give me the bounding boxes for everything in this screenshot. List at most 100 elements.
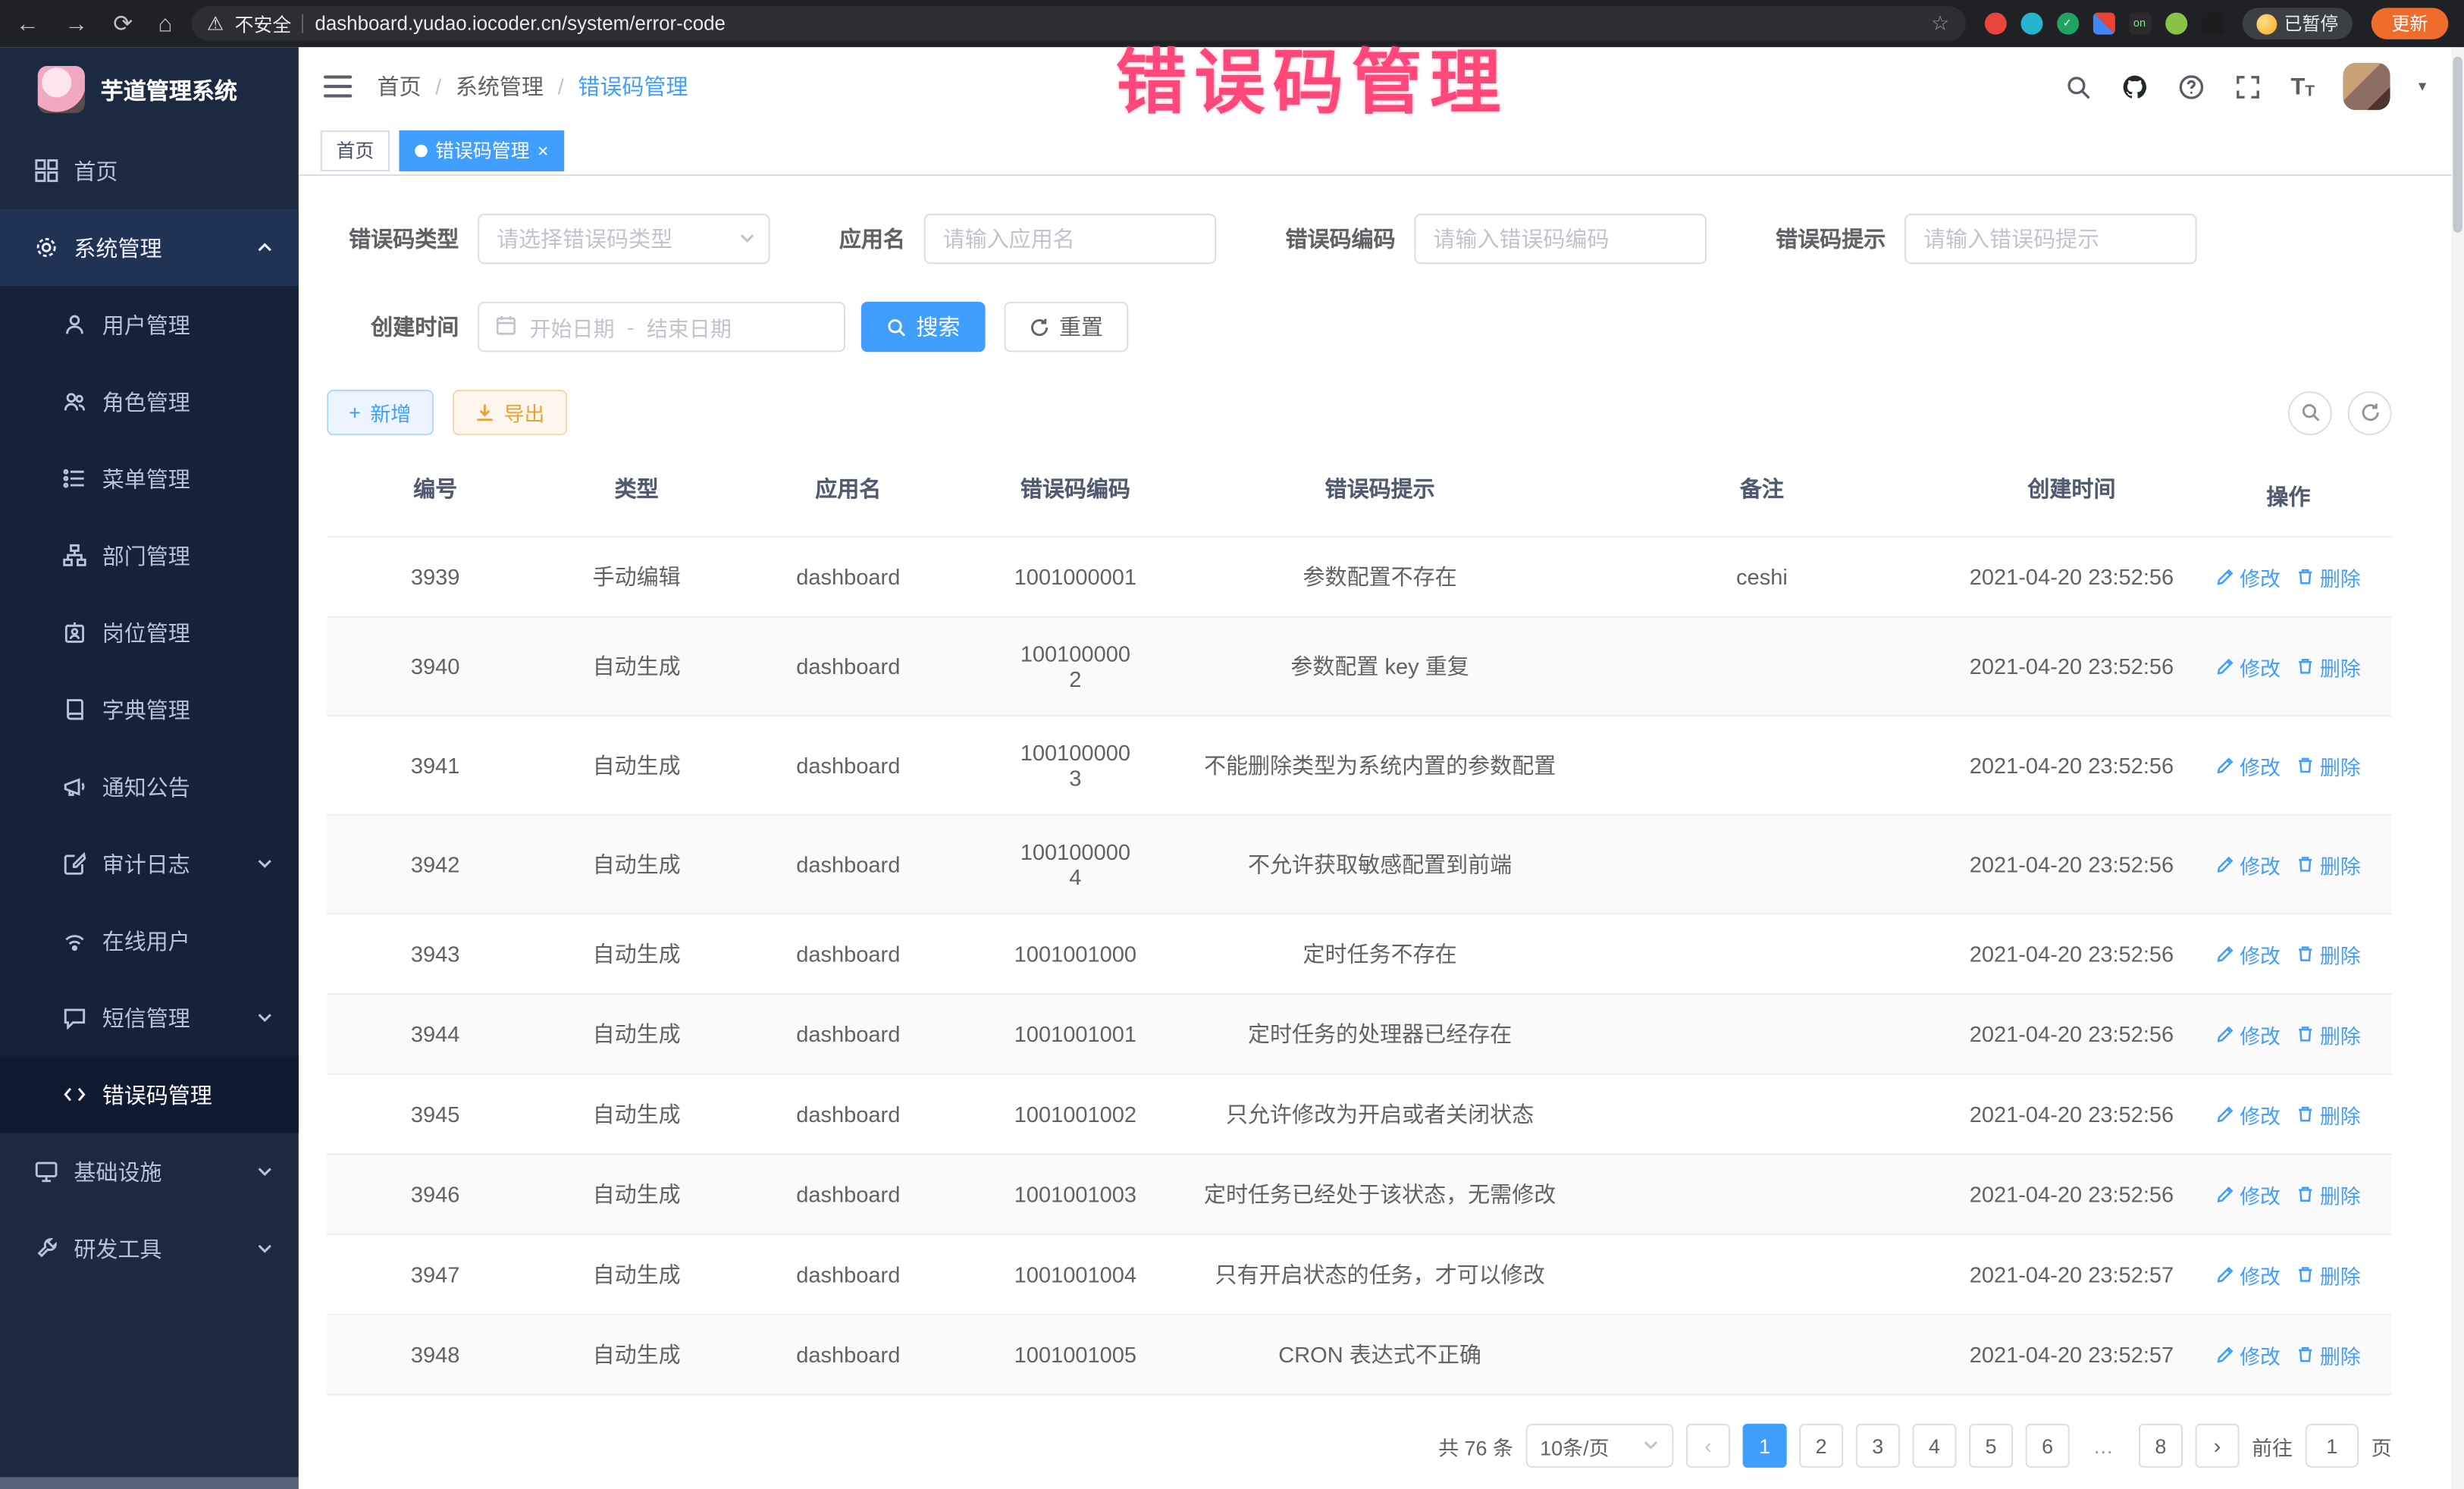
search-icon[interactable] bbox=[2064, 72, 2093, 100]
sidebar-item-online-users[interactable]: 在线用户 bbox=[0, 902, 299, 980]
edit-link[interactable]: 修改 bbox=[2216, 562, 2281, 591]
pager-ellipsis[interactable]: … bbox=[2082, 1424, 2126, 1468]
delete-link[interactable]: 删除 bbox=[2296, 849, 2361, 879]
security-label[interactable]: 不安全 bbox=[235, 10, 292, 36]
date-range-picker[interactable]: 开始日期 - 结束日期 bbox=[478, 302, 845, 352]
sidebar-item-dev-tools[interactable]: 研发工具 bbox=[0, 1210, 299, 1287]
cell-type: 自动生成 bbox=[544, 726, 729, 805]
tab-error-codes[interactable]: 错误码管理 × bbox=[399, 130, 564, 171]
breadcrumb-system[interactable]: 系统管理 bbox=[456, 71, 544, 102]
sidebar-item-home[interactable]: 首页 bbox=[0, 132, 299, 209]
avatar-caret-icon[interactable]: ▾ bbox=[2419, 78, 2426, 96]
sidebar-item-infrastructure[interactable]: 基础设施 bbox=[0, 1133, 299, 1210]
profile-paused-chip[interactable]: 已暂停 bbox=[2242, 8, 2353, 39]
error-msg-input[interactable] bbox=[1904, 214, 2197, 264]
sidebar-item-audit-log[interactable]: 审计日志 bbox=[0, 825, 299, 902]
sidebar-item-notices[interactable]: 通知公告 bbox=[0, 748, 299, 826]
sidebar-item-system[interactable]: 系统管理 bbox=[0, 209, 299, 287]
browser-update-button[interactable]: 更新 bbox=[2372, 8, 2449, 39]
pager-page-2[interactable]: 2 bbox=[1799, 1424, 1843, 1468]
sidebar-item-menus[interactable]: 菜单管理 bbox=[0, 440, 299, 517]
font-size-icon[interactable]: TT bbox=[2290, 73, 2315, 99]
sidebar-item-error-codes[interactable]: 错误码管理 bbox=[0, 1056, 299, 1133]
sidebar-item-roles[interactable]: 角色管理 bbox=[0, 363, 299, 440]
scrollbar-thumb[interactable] bbox=[2453, 57, 2462, 233]
pager-page-1[interactable]: 1 bbox=[1743, 1424, 1787, 1468]
close-icon[interactable]: × bbox=[538, 141, 549, 160]
edit-link[interactable]: 修改 bbox=[2216, 1099, 2281, 1129]
pager-page-4[interactable]: 4 bbox=[1912, 1424, 1956, 1468]
page-size-select[interactable]: 10条/页 bbox=[1526, 1424, 1674, 1468]
reset-button[interactable]: 重置 bbox=[1004, 302, 1128, 352]
filter-row-1: 错误码类型 请选择错误码类型 应用名 错误码编码 错误码提示 bbox=[327, 214, 2392, 264]
puzzle-icon[interactable] bbox=[2201, 13, 2223, 35]
table-row: 3940 自动生成 dashboard 100100000 2 参数配置 key… bbox=[327, 618, 2392, 717]
extension-icon[interactable] bbox=[2165, 13, 2187, 35]
back-icon[interactable]: ← bbox=[16, 10, 39, 36]
pager-page-6[interactable]: 6 bbox=[2026, 1424, 2070, 1468]
add-button[interactable]: + 新增 bbox=[327, 390, 433, 435]
user-icon bbox=[63, 312, 86, 336]
sidebar-item-sms[interactable]: 短信管理 bbox=[0, 979, 299, 1056]
refresh-button[interactable] bbox=[2348, 390, 2392, 434]
reload-icon[interactable]: ⟳ bbox=[113, 9, 133, 37]
fullscreen-icon[interactable] bbox=[2234, 72, 2262, 100]
sidebar-item-dictionary[interactable]: 字典管理 bbox=[0, 671, 299, 748]
delete-link[interactable]: 删除 bbox=[2296, 939, 2361, 968]
export-button[interactable]: 导出 bbox=[452, 390, 566, 435]
extension-icon[interactable]: on bbox=[2128, 13, 2150, 35]
breadcrumb-home[interactable]: 首页 bbox=[377, 71, 421, 102]
edit-link[interactable]: 修改 bbox=[2216, 651, 2281, 681]
sidebar-item-departments[interactable]: 部门管理 bbox=[0, 517, 299, 594]
extension-icon[interactable] bbox=[1984, 13, 2006, 35]
delete-link[interactable]: 删除 bbox=[2296, 1099, 2361, 1129]
error-code-input[interactable] bbox=[1414, 214, 1707, 264]
goto-page-input[interactable] bbox=[2306, 1424, 2359, 1468]
sidebar-item-users[interactable]: 用户管理 bbox=[0, 286, 299, 363]
scrollbar-track[interactable] bbox=[2451, 47, 2464, 1489]
help-icon[interactable] bbox=[2177, 72, 2205, 100]
delete-link[interactable]: 删除 bbox=[2296, 651, 2361, 681]
edit-link[interactable]: 修改 bbox=[2216, 1180, 2281, 1209]
hamburger-icon[interactable] bbox=[324, 75, 352, 97]
forward-icon[interactable]: → bbox=[64, 10, 88, 36]
github-icon[interactable] bbox=[2121, 72, 2149, 100]
delete-link[interactable]: 删除 bbox=[2296, 751, 2361, 780]
delete-link[interactable]: 删除 bbox=[2296, 1259, 2361, 1289]
delete-link[interactable]: 删除 bbox=[2296, 1340, 2361, 1369]
pager-page-5[interactable]: 5 bbox=[1969, 1424, 2013, 1468]
extension-icon[interactable]: ✓ bbox=[2056, 13, 2078, 35]
edit-link[interactable]: 修改 bbox=[2216, 1019, 2281, 1049]
edit-link[interactable]: 修改 bbox=[2216, 849, 2281, 879]
edit-link[interactable]: 修改 bbox=[2216, 751, 2281, 780]
home-icon[interactable]: ⌂ bbox=[158, 10, 172, 36]
url-text[interactable]: dashboard.yudao.iocoder.cn/system/error-… bbox=[315, 13, 726, 35]
profile-avatar bbox=[2256, 14, 2276, 34]
extension-icon[interactable] bbox=[2020, 13, 2042, 35]
bookmark-star-icon[interactable]: ☆ bbox=[1931, 11, 1949, 36]
pager-page-3[interactable]: 3 bbox=[1856, 1424, 1900, 1468]
sidebar-item-label: 基础设施 bbox=[74, 1155, 161, 1186]
delete-link[interactable]: 删除 bbox=[2296, 562, 2361, 591]
pager-page-8[interactable]: 8 bbox=[2139, 1424, 2183, 1468]
delete-link[interactable]: 删除 bbox=[2296, 1180, 2361, 1209]
edit-link[interactable]: 修改 bbox=[2216, 1259, 2281, 1289]
address-bar[interactable]: ⚠ 不安全 dashboard.yudao.iocoder.cn/system/… bbox=[191, 6, 1965, 41]
user-avatar[interactable] bbox=[2343, 63, 2390, 110]
edit-link[interactable]: 修改 bbox=[2216, 1340, 2281, 1369]
delete-link-label: 删除 bbox=[2320, 1099, 2361, 1129]
prev-page-button[interactable]: ‹ bbox=[1686, 1424, 1730, 1468]
edit-link[interactable]: 修改 bbox=[2216, 939, 2281, 968]
toggle-search-button[interactable] bbox=[2288, 390, 2332, 434]
sidebar-item-label: 字典管理 bbox=[102, 694, 190, 725]
cell-code: 1001001000 bbox=[967, 917, 1183, 989]
next-page-button[interactable]: › bbox=[2195, 1424, 2239, 1468]
logo[interactable]: 芋道管理系统 bbox=[0, 47, 299, 132]
delete-link[interactable]: 删除 bbox=[2296, 1019, 2361, 1049]
search-button[interactable]: 搜索 bbox=[861, 302, 986, 352]
sidebar-item-posts[interactable]: 岗位管理 bbox=[0, 594, 299, 671]
tab-home[interactable]: 首页 bbox=[321, 130, 390, 171]
error-type-select[interactable]: 请选择错误码类型 bbox=[478, 214, 770, 264]
app-name-input[interactable] bbox=[924, 214, 1217, 264]
extension-icon[interactable] bbox=[2093, 13, 2114, 35]
